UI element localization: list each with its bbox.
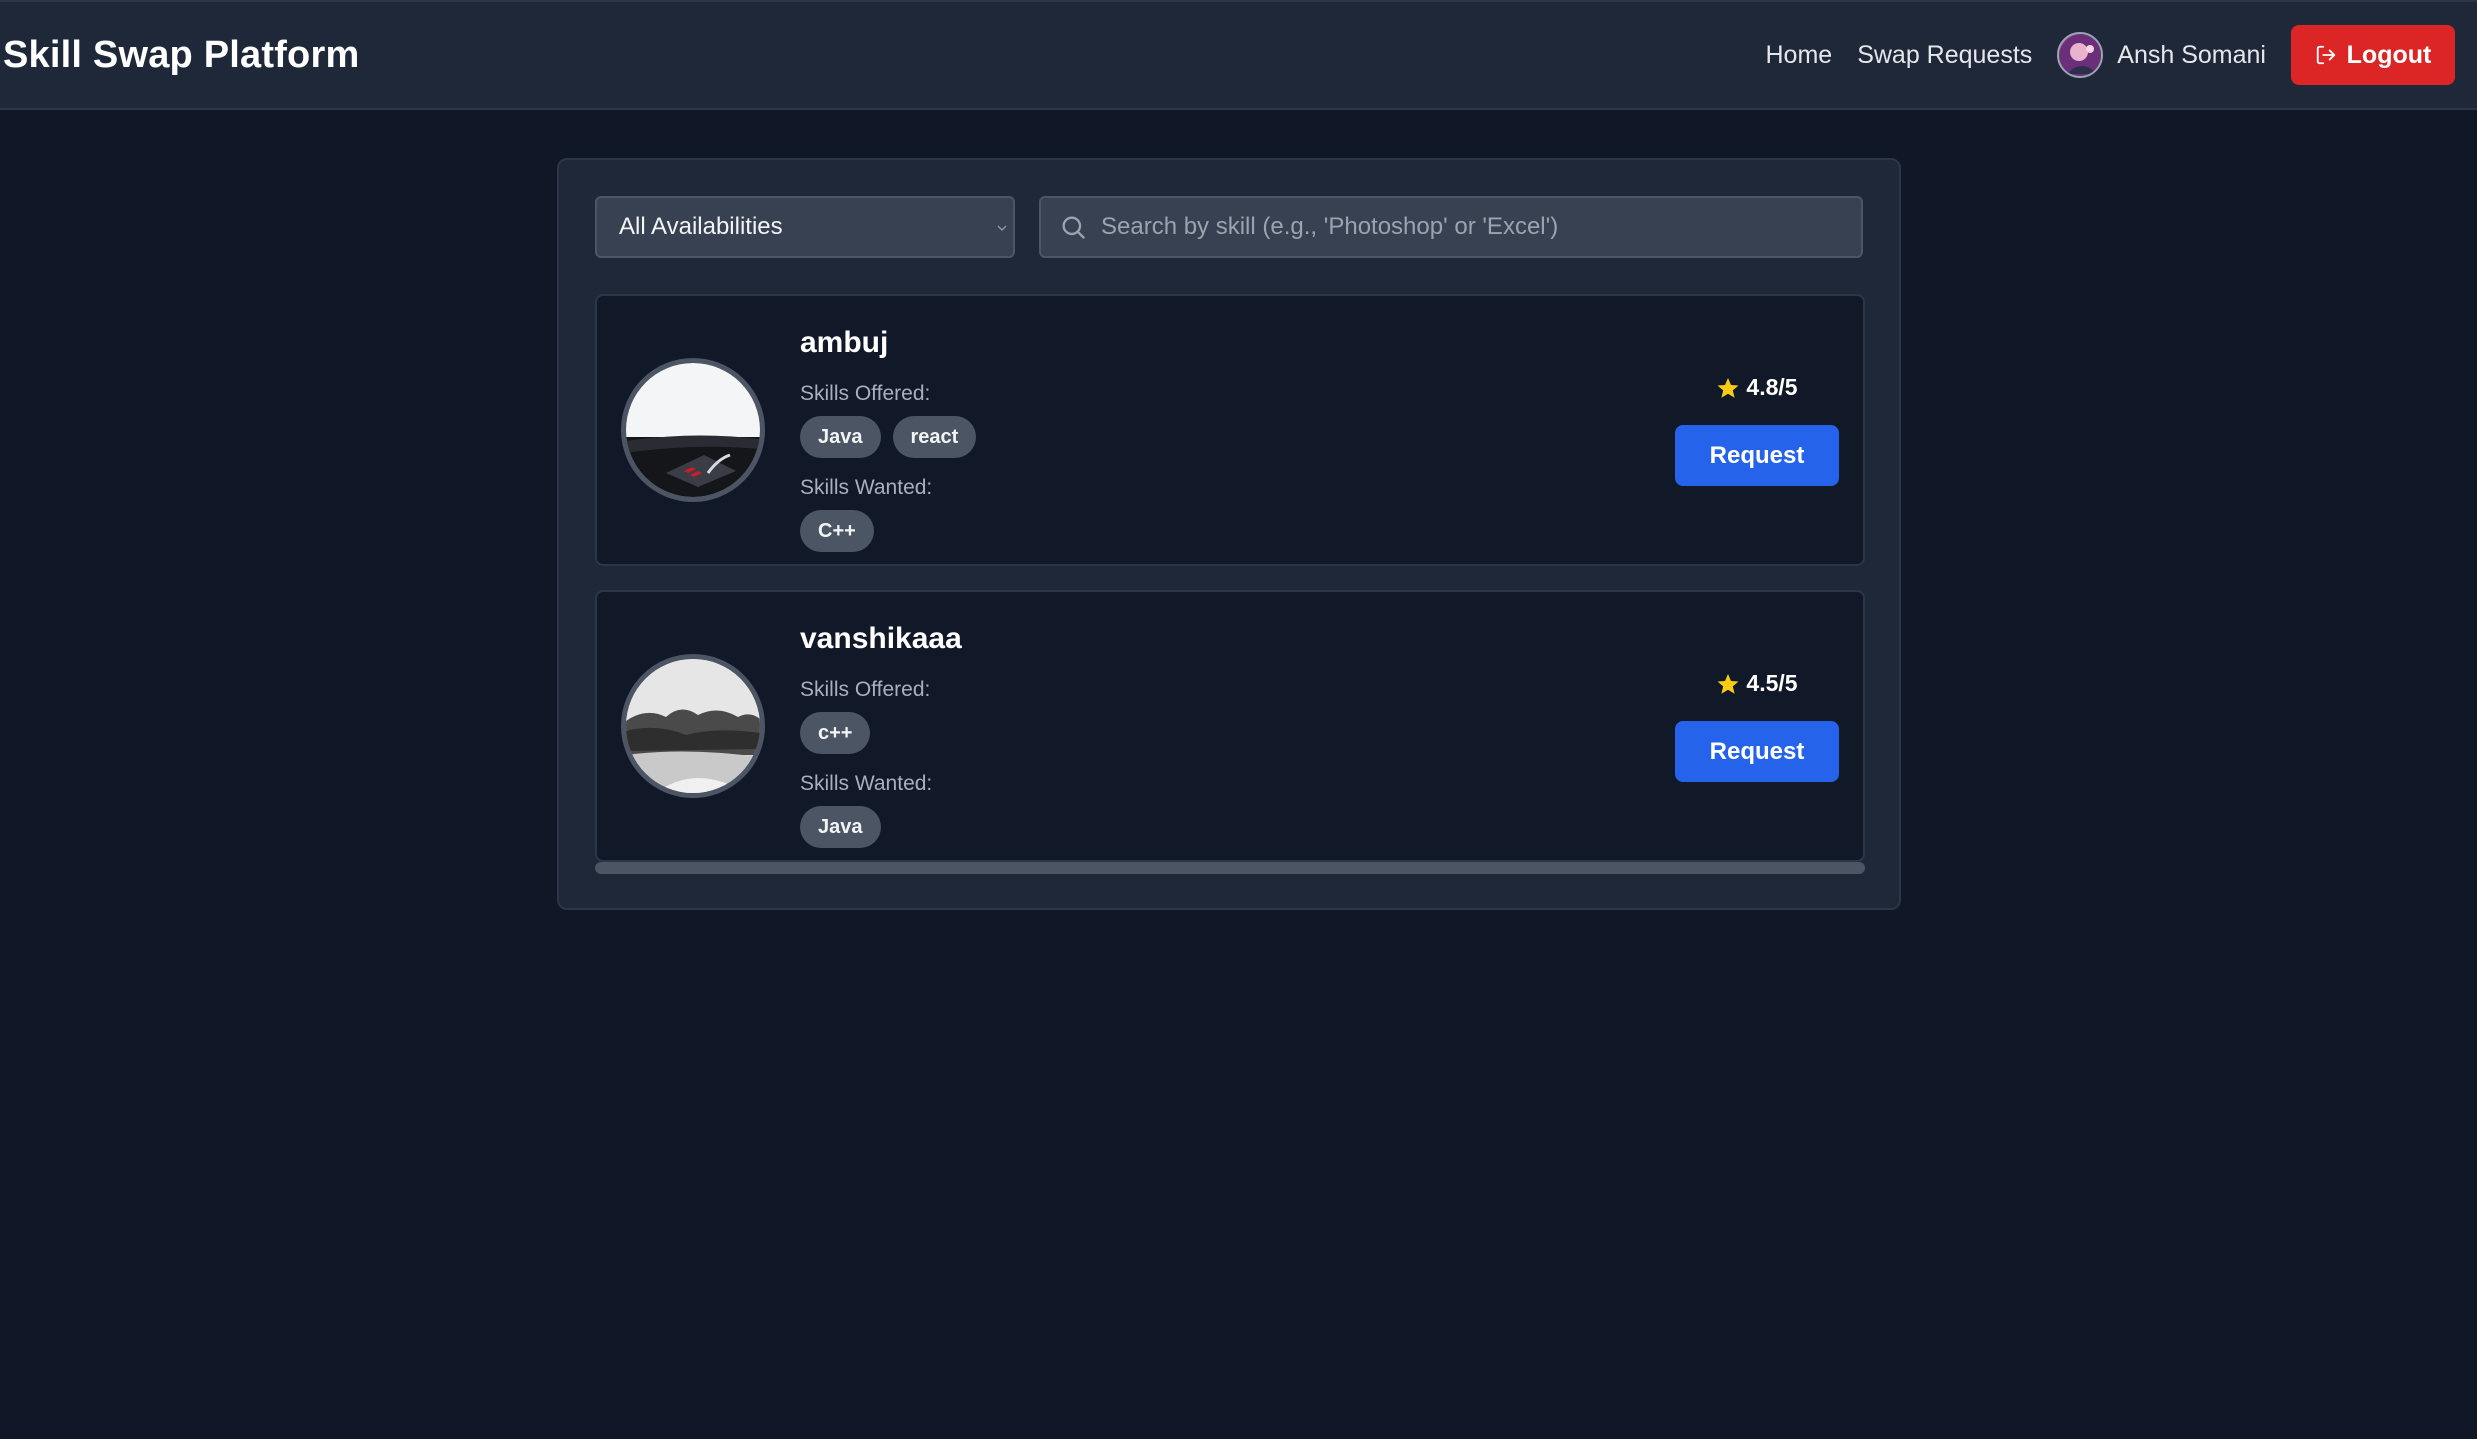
skills-wanted-tags: C++ bbox=[800, 510, 988, 552]
user-card-actions: 4.5/5 Request bbox=[1675, 670, 1839, 782]
user-card-avatar bbox=[621, 358, 765, 502]
search-icon bbox=[1062, 216, 1085, 239]
brand-title[interactable]: Skill Swap Platform bbox=[3, 34, 359, 77]
availability-select-value: All Availabilities bbox=[619, 213, 783, 240]
skill-tag: Java bbox=[800, 806, 881, 848]
star-icon bbox=[1717, 377, 1739, 398]
user-card-details: ambuj Skills Offered: Java react Skills … bbox=[800, 326, 988, 552]
user-card-actions: 4.8/5 Request bbox=[1675, 374, 1839, 486]
rating: 4.5/5 bbox=[1716, 670, 1798, 697]
skill-tag: C++ bbox=[800, 510, 874, 552]
skills-offered-label: Skills Offered: bbox=[800, 678, 931, 701]
horizontal-scrollbar[interactable] bbox=[595, 862, 1865, 874]
request-button[interactable]: Request bbox=[1675, 721, 1839, 782]
skill-tag: c++ bbox=[800, 712, 871, 754]
skills-offered-label: Skills Offered: bbox=[800, 382, 931, 405]
skill-tag: react bbox=[892, 416, 977, 458]
rating-value: 4.8/5 bbox=[1746, 374, 1798, 400]
skill-search-input[interactable] bbox=[1101, 213, 1861, 241]
logout-label: Logout bbox=[2346, 40, 2432, 69]
request-button[interactable]: Request bbox=[1675, 425, 1839, 486]
nav-swap-requests-link[interactable]: Swap Requests bbox=[1857, 41, 2032, 70]
nav-home-link[interactable]: Home bbox=[1766, 41, 1833, 70]
user-name[interactable]: Ansh Somani bbox=[2117, 41, 2266, 70]
skill-search-box[interactable] bbox=[1039, 196, 1863, 258]
user-card: ambuj Skills Offered: Java react Skills … bbox=[595, 294, 1865, 566]
skills-wanted-label: Skills Wanted: bbox=[800, 772, 933, 795]
user-avatar[interactable] bbox=[2057, 32, 2104, 78]
skills-wanted-label: Skills Wanted: bbox=[800, 476, 933, 499]
user-list-panel: All Availabilities Search by skill (e.g.… bbox=[557, 158, 1901, 910]
star-icon bbox=[1717, 673, 1739, 694]
user-name-heading[interactable]: ambuj bbox=[800, 326, 988, 360]
nav-menu: Home Swap Requests Ansh Somani Logout bbox=[1766, 25, 2455, 85]
user-name-heading[interactable]: vanshikaaa bbox=[800, 622, 962, 656]
availability-select[interactable]: All Availabilities bbox=[595, 196, 1015, 258]
logout-icon bbox=[2316, 45, 2335, 65]
top-navbar: Skill Swap Platform Home Swap Requests A… bbox=[0, 0, 2477, 110]
rating: 4.8/5 bbox=[1716, 374, 1798, 401]
filter-bar: All Availabilities bbox=[595, 196, 1863, 258]
rating-value: 4.5/5 bbox=[1746, 670, 1798, 696]
skill-tag: Java bbox=[800, 416, 881, 458]
user-card-details: vanshikaaa Skills Offered: c++ Skills Wa… bbox=[800, 622, 962, 848]
logout-button[interactable]: Logout bbox=[2291, 25, 2455, 85]
user-card: vanshikaaa Skills Offered: c++ Skills Wa… bbox=[595, 590, 1865, 862]
skills-wanted-tags: Java bbox=[800, 806, 962, 848]
chevron-down-icon bbox=[997, 225, 1007, 232]
skills-offered-tags: c++ bbox=[800, 712, 962, 754]
user-profile[interactable]: Ansh Somani bbox=[2057, 32, 2266, 78]
user-card-avatar bbox=[621, 654, 765, 798]
skills-offered-tags: Java react bbox=[800, 416, 988, 458]
